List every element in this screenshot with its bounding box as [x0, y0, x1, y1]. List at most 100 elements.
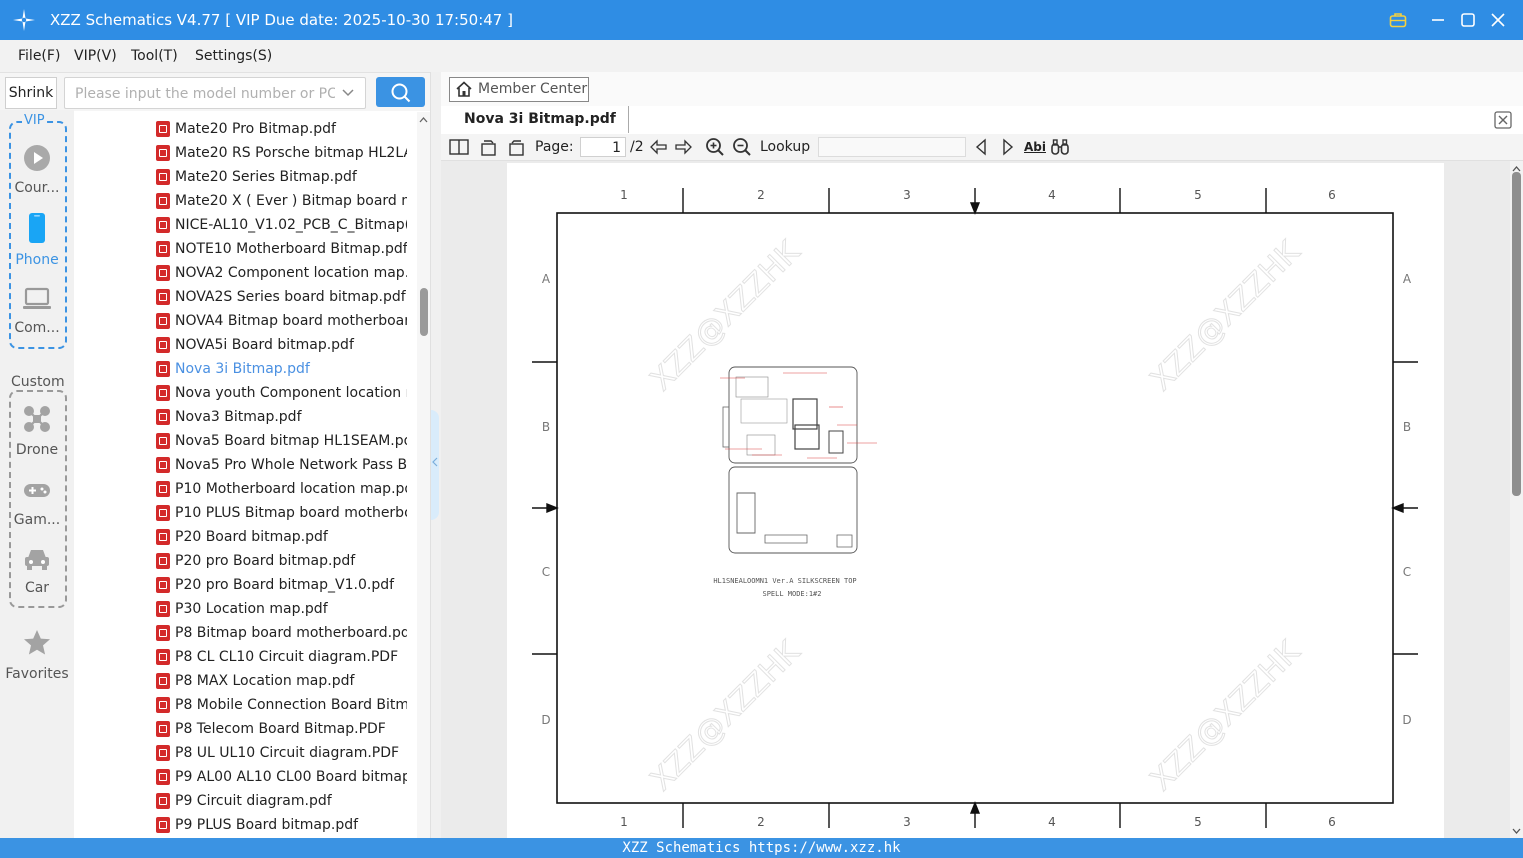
menu-tool[interactable]: Tool(T): [131, 47, 178, 65]
column-label: 4: [1048, 815, 1056, 829]
tab-document[interactable]: Nova 3i Bitmap.pdf: [449, 106, 629, 133]
file-list-item[interactable]: NOVA2S Series board bitmap.pdf: [156, 285, 407, 309]
lookup-input[interactable]: [818, 137, 966, 157]
file-list-item[interactable]: Mate20 Series Bitmap.pdf: [156, 165, 407, 189]
file-name: P8 UL UL10 Circuit diagram.PDF: [175, 745, 400, 761]
file-list-item[interactable]: Nova 3i Bitmap.pdf: [156, 357, 407, 381]
file-list-item[interactable]: P8 Mobile Connection Board Bitm: [156, 693, 407, 717]
car-icon: [25, 550, 49, 570]
shrink-button[interactable]: Shrink: [5, 77, 57, 109]
search-input[interactable]: [73, 82, 337, 106]
title-bar: XZZ Schematics V4.77 [ VIP Due date: 202…: [0, 0, 1523, 40]
row-label: D: [1402, 713, 1411, 727]
file-list-item[interactable]: P30 Location map.pdf: [156, 597, 407, 621]
nav-game[interactable]: Gam...: [9, 478, 65, 528]
search-button[interactable]: [376, 77, 425, 107]
file-list-item[interactable]: Mate20 X ( Ever ) Bitmap board mo: [156, 189, 407, 213]
nav-favorites[interactable]: Favorites: [5, 628, 69, 682]
nav-drone[interactable]: Drone: [9, 404, 65, 458]
nav-car[interactable]: Car: [9, 546, 65, 596]
file-list-item[interactable]: P9 AL00 AL10 CL00 Board bitmap.p: [156, 765, 407, 789]
file-list-item[interactable]: P10 Motherboard location map.pdf: [156, 477, 407, 501]
split-view-icon[interactable]: [449, 137, 469, 157]
row-label: C: [542, 565, 550, 579]
rotate-left-icon[interactable]: [479, 137, 499, 157]
file-list-item[interactable]: NOVA5i Board bitmap.pdf: [156, 333, 407, 357]
file-list-item[interactable]: Nova5 Board bitmap HL1SEAM.pdf: [156, 429, 407, 453]
file-name: P30 Location map.pdf: [175, 601, 328, 617]
pdf-file-icon: [156, 553, 170, 569]
watermark-text: XZZ@XZZHK: [1144, 234, 1308, 398]
file-list-item[interactable]: NOVA2 Component location map.p: [156, 261, 407, 285]
file-list-item[interactable]: NOTE10 Motherboard Bitmap.pdf: [156, 237, 407, 261]
file-list: Mate20 Pro Bitmap.pdf Mate20 RS Porsche b…: [74, 112, 417, 838]
member-center-button[interactable]: Member Center: [449, 77, 589, 102]
file-list-item[interactable]: P8 MAX Location map.pdf: [156, 669, 407, 693]
file-list-item[interactable]: Nova5 Pro Whole Network Pass Bit: [156, 453, 407, 477]
pdf-file-icon: [156, 697, 170, 713]
column-label: 6: [1328, 188, 1336, 202]
find-prev-icon[interactable]: [971, 137, 991, 157]
next-page-icon[interactable]: [674, 137, 694, 157]
file-list-item[interactable]: Nova youth Component location m: [156, 381, 407, 405]
close-button[interactable]: [1486, 8, 1510, 32]
file-list-item[interactable]: P8 CL CL10 Circuit diagram.PDF: [156, 645, 407, 669]
menu-bar: File(F) VIP(V) Tool(T) Settings(S): [0, 40, 1523, 73]
file-list-item[interactable]: Mate20 RS Porsche bitmap HL2LAY: [156, 141, 407, 165]
column-label: 1: [620, 815, 628, 829]
file-name: Nova3 Bitmap.pdf: [175, 409, 302, 425]
file-list-item[interactable]: P9 Circuit diagram.pdf: [156, 789, 407, 813]
menu-file[interactable]: File(F): [18, 47, 60, 65]
file-list-item[interactable]: P20 Board bitmap.pdf: [156, 525, 407, 549]
watermark-text: XZZ@XZZHK: [1144, 634, 1308, 798]
row-label: C: [1403, 565, 1411, 579]
briefcase-icon[interactable]: [1386, 8, 1410, 32]
file-name: P9 AL00 AL10 CL00 Board bitmap.p: [175, 769, 407, 785]
file-list-item[interactable]: P20 pro Board bitmap.pdf: [156, 549, 407, 573]
file-list-scrollbar[interactable]: [417, 112, 430, 838]
minimize-button[interactable]: [1426, 8, 1450, 32]
prev-page-icon[interactable]: [648, 137, 668, 157]
page-input[interactable]: 1: [580, 137, 626, 157]
pdf-file-icon: [156, 193, 170, 209]
binoculars-icon[interactable]: [1050, 137, 1070, 157]
nav-computer[interactable]: Com...: [9, 286, 65, 336]
file-name: Nova 3i Bitmap.pdf: [175, 361, 310, 377]
text-select-icon[interactable]: Abi: [1024, 140, 1046, 154]
pcb-bitmap-drawing: [720, 366, 877, 554]
file-list-item[interactable]: P8 Telecom Board Bitmap.PDF: [156, 717, 407, 741]
zoom-in-icon[interactable]: [705, 137, 725, 157]
menu-vip[interactable]: VIP(V): [74, 47, 117, 65]
row-label: A: [1403, 272, 1412, 286]
pdf-file-icon: [156, 145, 170, 161]
pdf-file-icon: [156, 529, 170, 545]
file-list-item[interactable]: Nova3 Bitmap.pdf: [156, 405, 407, 429]
pdf-file-icon: [156, 673, 170, 689]
rotate-right-icon[interactable]: [506, 137, 526, 157]
file-list-item[interactable]: P9 PLUS Board bitmap.pdf: [156, 813, 407, 837]
app-logo-icon: [13, 9, 35, 31]
file-list-item[interactable]: P20 pro Board bitmap_V1.0.pdf: [156, 573, 407, 597]
maximize-button[interactable]: [1456, 8, 1480, 32]
file-list-item[interactable]: P8 UL UL10 Circuit diagram.PDF: [156, 741, 407, 765]
file-list-item[interactable]: NOVA4 Bitmap board motherboard: [156, 309, 407, 333]
file-name: Nova youth Component location m: [175, 385, 407, 401]
nav-phone[interactable]: Phone: [9, 212, 65, 268]
drone-icon: [24, 406, 50, 432]
file-name: P8 Bitmap board motherboard.pdf: [175, 625, 407, 641]
file-list-item[interactable]: P8 Bitmap board motherboard.pdf: [156, 621, 407, 645]
pdf-file-icon: [156, 169, 170, 185]
close-tab-icon[interactable]: [1494, 111, 1512, 129]
file-list-scroll-thumb[interactable]: [420, 288, 428, 336]
viewer-scroll-thumb[interactable]: [1512, 172, 1521, 496]
zoom-out-icon[interactable]: [732, 137, 752, 157]
column-label: 6: [1328, 815, 1336, 829]
chevron-down-icon[interactable]: [341, 86, 355, 100]
menu-settings[interactable]: Settings(S): [195, 47, 272, 65]
file-list-item[interactable]: Mate20 Pro Bitmap.pdf: [156, 117, 407, 141]
file-name: Mate20 Pro Bitmap.pdf: [175, 121, 336, 137]
nav-courses[interactable]: Cour...: [9, 144, 65, 196]
find-next-icon[interactable]: [998, 137, 1018, 157]
file-list-item[interactable]: NICE-AL10_V1.02_PCB_C_Bitmap(16: [156, 213, 407, 237]
file-list-item[interactable]: P10 PLUS Bitmap board motherbo: [156, 501, 407, 525]
